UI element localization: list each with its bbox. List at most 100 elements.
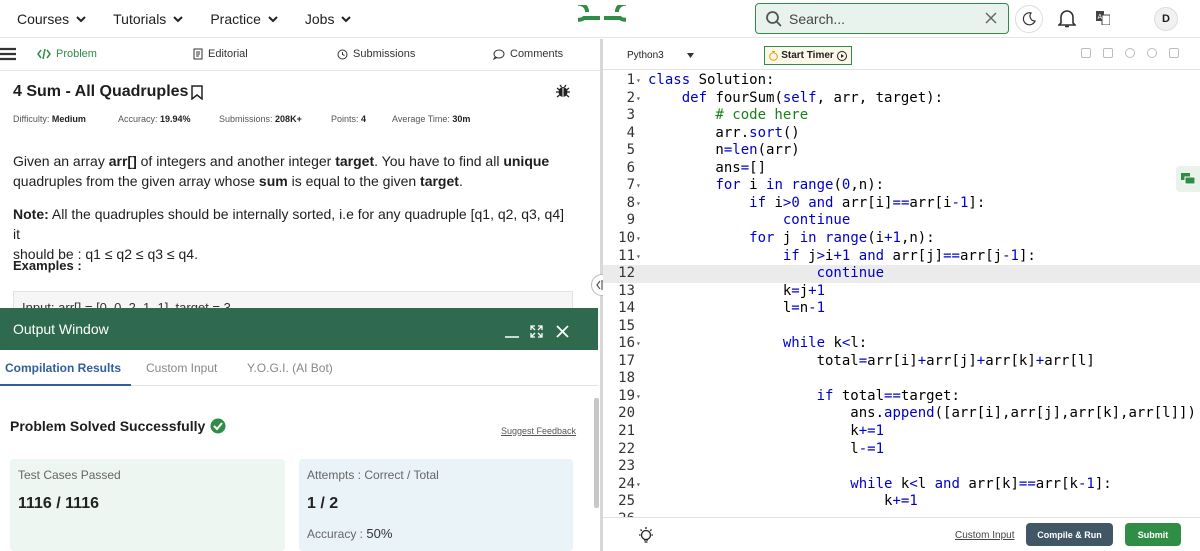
fold-toggle-icon[interactable]: ▾ <box>636 248 641 266</box>
play-circle-icon <box>836 50 847 61</box>
theme-toggle[interactable] <box>1015 5 1043 33</box>
start-timer-button[interactable]: Start Timer <box>764 46 852 65</box>
editor-toolbar: Python3 Start Timer <box>603 39 1200 70</box>
line-number: 5 <box>626 142 635 159</box>
chevron-down-icon <box>76 15 86 22</box>
code-line[interactable]: 4 arr.sort() <box>603 125 1200 143</box>
nav-tutorials[interactable]: Tutorials <box>113 11 184 27</box>
tab-custom-input[interactable]: Custom Input <box>146 361 217 375</box>
note-label: Note: <box>13 206 49 222</box>
fold-toggle-icon[interactable]: ▾ <box>636 90 641 108</box>
custom-input-link[interactable]: Custom Input <box>955 530 1014 541</box>
line-number: 19 <box>618 387 635 404</box>
tab-editorial[interactable]: Editorial <box>193 48 248 60</box>
code-text: if j>i+1 and arr[j]==arr[j-1]: <box>782 247 1036 264</box>
line-number: 3 <box>626 107 635 124</box>
nav-practice[interactable]: Practice <box>210 11 279 27</box>
settings-icon[interactable] <box>1125 48 1135 58</box>
code-line[interactable]: 3 # code here <box>603 107 1200 125</box>
code-line[interactable]: 2 ▾ def fourSum(self, arr, target): <box>603 90 1200 108</box>
problem-description: Given an array arr[] of integers and ano… <box>13 151 573 191</box>
search-input[interactable]: Search... <box>755 3 1009 34</box>
bookmark-icon[interactable] <box>191 84 204 100</box>
code-line[interactable]: 1 ▾ class Solution: <box>603 72 1200 90</box>
menu-icon[interactable] <box>0 47 16 61</box>
expand-icon[interactable] <box>530 325 543 338</box>
code-line[interactable]: 16 ▾ while k<l: <box>603 335 1200 353</box>
close-icon[interactable] <box>984 11 998 25</box>
fold-toggle-icon[interactable]: ▾ <box>636 72 641 90</box>
code-text: # code here <box>648 107 809 124</box>
tab-yogi-bot[interactable]: Y.O.G.I. (AI Bot) <box>247 361 333 375</box>
code-line[interactable]: 14 l=n-1 <box>603 300 1200 318</box>
fold-toggle-icon[interactable]: ▾ <box>636 476 641 494</box>
caret-down-icon <box>687 53 694 58</box>
output-window-title: Output Window <box>13 321 109 337</box>
code-line[interactable]: 9 continue <box>603 212 1200 230</box>
code-line[interactable]: 6 ans=[] <box>603 160 1200 178</box>
desc-bold: arr[] <box>108 153 137 169</box>
tab-compilation-results[interactable]: Compilation Results <box>5 361 121 375</box>
language-value: Python3 <box>627 50 664 61</box>
chat-widget[interactable] <box>1176 166 1200 192</box>
code-line[interactable]: 15 <box>603 318 1200 336</box>
moon-icon <box>1022 12 1036 26</box>
fold-toggle-icon[interactable]: ▾ <box>636 230 641 248</box>
editor-footer: Custom Input Compile & Run Submit <box>603 517 1200 551</box>
close-icon[interactable] <box>556 325 569 338</box>
code-text: if total==target: <box>816 387 960 404</box>
code-line[interactable]: 24 ▾ while k<l and arr[k]==arr[k-1]: <box>603 476 1200 494</box>
fold-toggle-icon[interactable]: ▾ <box>636 177 641 195</box>
lightbulb-icon[interactable] <box>638 527 654 545</box>
code-line[interactable]: 22 l-=1 <box>603 441 1200 459</box>
code-editor[interactable]: 1 ▾ class Solution: 2 ▾ def fourSum(self, ar… <box>603 71 1200 517</box>
tab-comments[interactable]: Comments <box>493 48 563 60</box>
tab-submissions[interactable]: Submissions <box>337 48 415 60</box>
fullscreen-icon[interactable] <box>1169 48 1179 58</box>
submit-button[interactable]: Submit <box>1125 523 1181 546</box>
line-number: 21 <box>618 423 635 439</box>
code-line[interactable]: 10 ▾ for j in range(i+1,n): <box>603 230 1200 248</box>
code-line[interactable]: 7 ▾ for i in range(0,n): <box>603 177 1200 195</box>
gfg-logo[interactable] <box>578 5 626 31</box>
average-time: Average Time: 30m <box>392 114 470 124</box>
desc-bold: target <box>420 173 459 189</box>
fold-toggle-icon[interactable]: ▾ <box>636 388 641 406</box>
code-line[interactable]: 11 ▾ if j>i+1 and arr[j]==arr[j-1]: <box>603 248 1200 266</box>
nav-jobs-label: Jobs <box>304 10 335 27</box>
minimize-icon[interactable] <box>505 328 519 338</box>
code-line[interactable]: 12 continue <box>603 265 1200 283</box>
nav-jobs[interactable]: Jobs <box>305 11 353 27</box>
code-text: for j in range(i+1,n): <box>749 229 935 246</box>
fold-toggle-icon[interactable]: ▾ <box>636 195 641 213</box>
suggest-feedback-link[interactable]: Suggest Feedback <box>501 426 576 436</box>
output-scrollbar[interactable] <box>594 398 599 508</box>
translate-icon[interactable]: A <box>1096 11 1110 25</box>
line-number: 10 <box>618 229 635 246</box>
code-text: k=j+1 <box>648 282 826 299</box>
language-select[interactable]: Python3 <box>621 46 700 65</box>
tab-editorial-label: Editorial <box>208 48 248 60</box>
fold-toggle-icon[interactable]: ▾ <box>636 335 641 353</box>
code-line[interactable]: 17 total=arr[i]+arr[j]+arr[k]+arr[l] <box>603 353 1200 371</box>
import-icon[interactable] <box>1103 48 1113 58</box>
code-line[interactable]: 8 ▾ if i>0 and arr[i]==arr[i-1]: <box>603 195 1200 213</box>
nav-courses[interactable]: Courses <box>17 11 87 27</box>
avatar[interactable]: D <box>1154 7 1178 31</box>
code-line[interactable]: 5 n=len(arr) <box>603 142 1200 160</box>
tab-problem[interactable]: Problem <box>37 48 97 60</box>
code-line[interactable]: 21 k+=1 <box>603 423 1200 441</box>
code-line[interactable]: 20 ans.append([arr[i],arr[j],arr[k],arr[… <box>603 405 1200 423</box>
code-line[interactable]: 18 <box>603 370 1200 388</box>
code-line[interactable]: 19 ▾ if total==target: <box>603 388 1200 406</box>
line-number: 13 <box>618 282 635 299</box>
code-line[interactable]: 25 k+=1 <box>603 493 1200 511</box>
bug-report-icon[interactable] <box>556 83 570 98</box>
compile-run-button[interactable]: Compile & Run <box>1026 523 1113 546</box>
code-line[interactable]: 23 <box>603 458 1200 476</box>
desc-text: Given an array <box>13 153 109 169</box>
reset-icon[interactable] <box>1147 48 1157 58</box>
bell-icon[interactable] <box>1058 8 1076 28</box>
code-line[interactable]: 13 k=j+1 <box>603 283 1200 301</box>
copy-icon[interactable] <box>1081 48 1091 58</box>
